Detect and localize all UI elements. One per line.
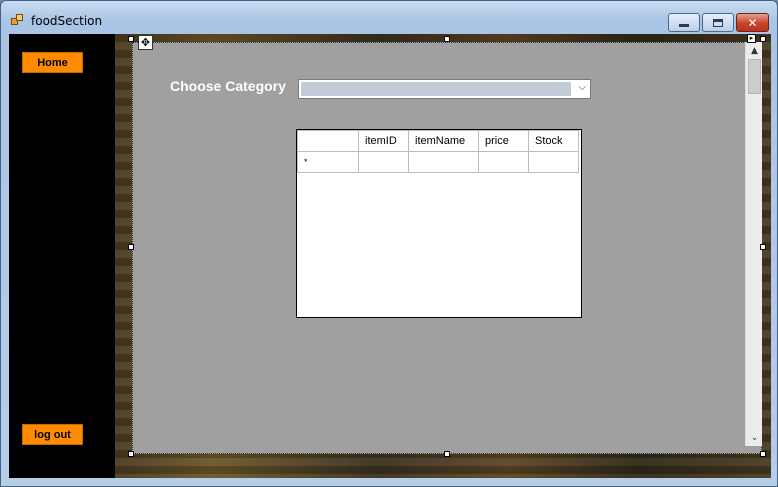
title-bar[interactable]: foodSection ✕	[1, 1, 777, 33]
scroll-thumb[interactable]	[748, 59, 761, 94]
app-icon	[11, 14, 25, 26]
table-cell[interactable]	[528, 151, 579, 173]
resize-grip[interactable]	[444, 451, 450, 457]
column-header[interactable]: itemName	[408, 130, 479, 152]
column-header[interactable]: Stock	[528, 130, 579, 152]
window-controls: ✕	[666, 13, 769, 32]
category-dropdown[interactable]: ⌵	[298, 79, 591, 99]
resize-grip[interactable]	[128, 36, 134, 42]
resize-grip[interactable]	[128, 244, 134, 250]
new-row-marker: *	[304, 157, 308, 167]
table-cell[interactable]	[478, 151, 529, 173]
logout-button[interactable]: log out	[22, 424, 83, 445]
move-handle-icon[interactable]: ✥	[138, 35, 153, 50]
grid-header-row: itemID itemName price Stock	[297, 130, 579, 152]
minimize-icon	[679, 24, 689, 27]
sidebar: Home log out	[9, 34, 115, 478]
minimize-button[interactable]	[668, 13, 700, 32]
close-button[interactable]: ✕	[736, 13, 769, 32]
column-header[interactable]: price	[478, 130, 529, 152]
resize-grip[interactable]	[760, 451, 766, 457]
chevron-down-icon[interactable]: ⌵	[578, 82, 586, 93]
maximize-button[interactable]	[702, 13, 734, 32]
resize-grip[interactable]	[760, 244, 766, 250]
smart-tag-icon[interactable]: ▸	[747, 34, 756, 43]
home-button[interactable]: Home	[22, 52, 83, 73]
close-icon: ✕	[747, 15, 758, 30]
items-data-grid[interactable]: itemID itemName price Stock *	[296, 129, 582, 318]
content-panel: Choose Category ⌵ itemID itemName price …	[132, 42, 762, 454]
grid-new-row[interactable]: *	[297, 151, 579, 173]
table-cell[interactable]	[408, 151, 479, 173]
table-cell[interactable]	[358, 151, 409, 173]
grid-corner-header	[297, 130, 359, 152]
scroll-down-icon[interactable]: ⌄	[746, 429, 763, 446]
choose-category-label: Choose Category	[170, 78, 286, 94]
window-title: foodSection	[31, 14, 103, 28]
resize-grip[interactable]	[128, 451, 134, 457]
maximize-icon	[713, 18, 723, 27]
category-selected-value	[301, 82, 571, 96]
app-window: foodSection ✕ Home log out Choose Catego…	[0, 0, 778, 487]
client-area: Home log out Choose Category ⌵ itemID it…	[9, 34, 771, 478]
row-header[interactable]: *	[297, 151, 359, 173]
resize-grip[interactable]	[760, 36, 766, 42]
scroll-up-icon[interactable]: ▲	[746, 42, 763, 59]
column-header[interactable]: itemID	[358, 130, 409, 152]
resize-grip[interactable]	[444, 36, 450, 42]
